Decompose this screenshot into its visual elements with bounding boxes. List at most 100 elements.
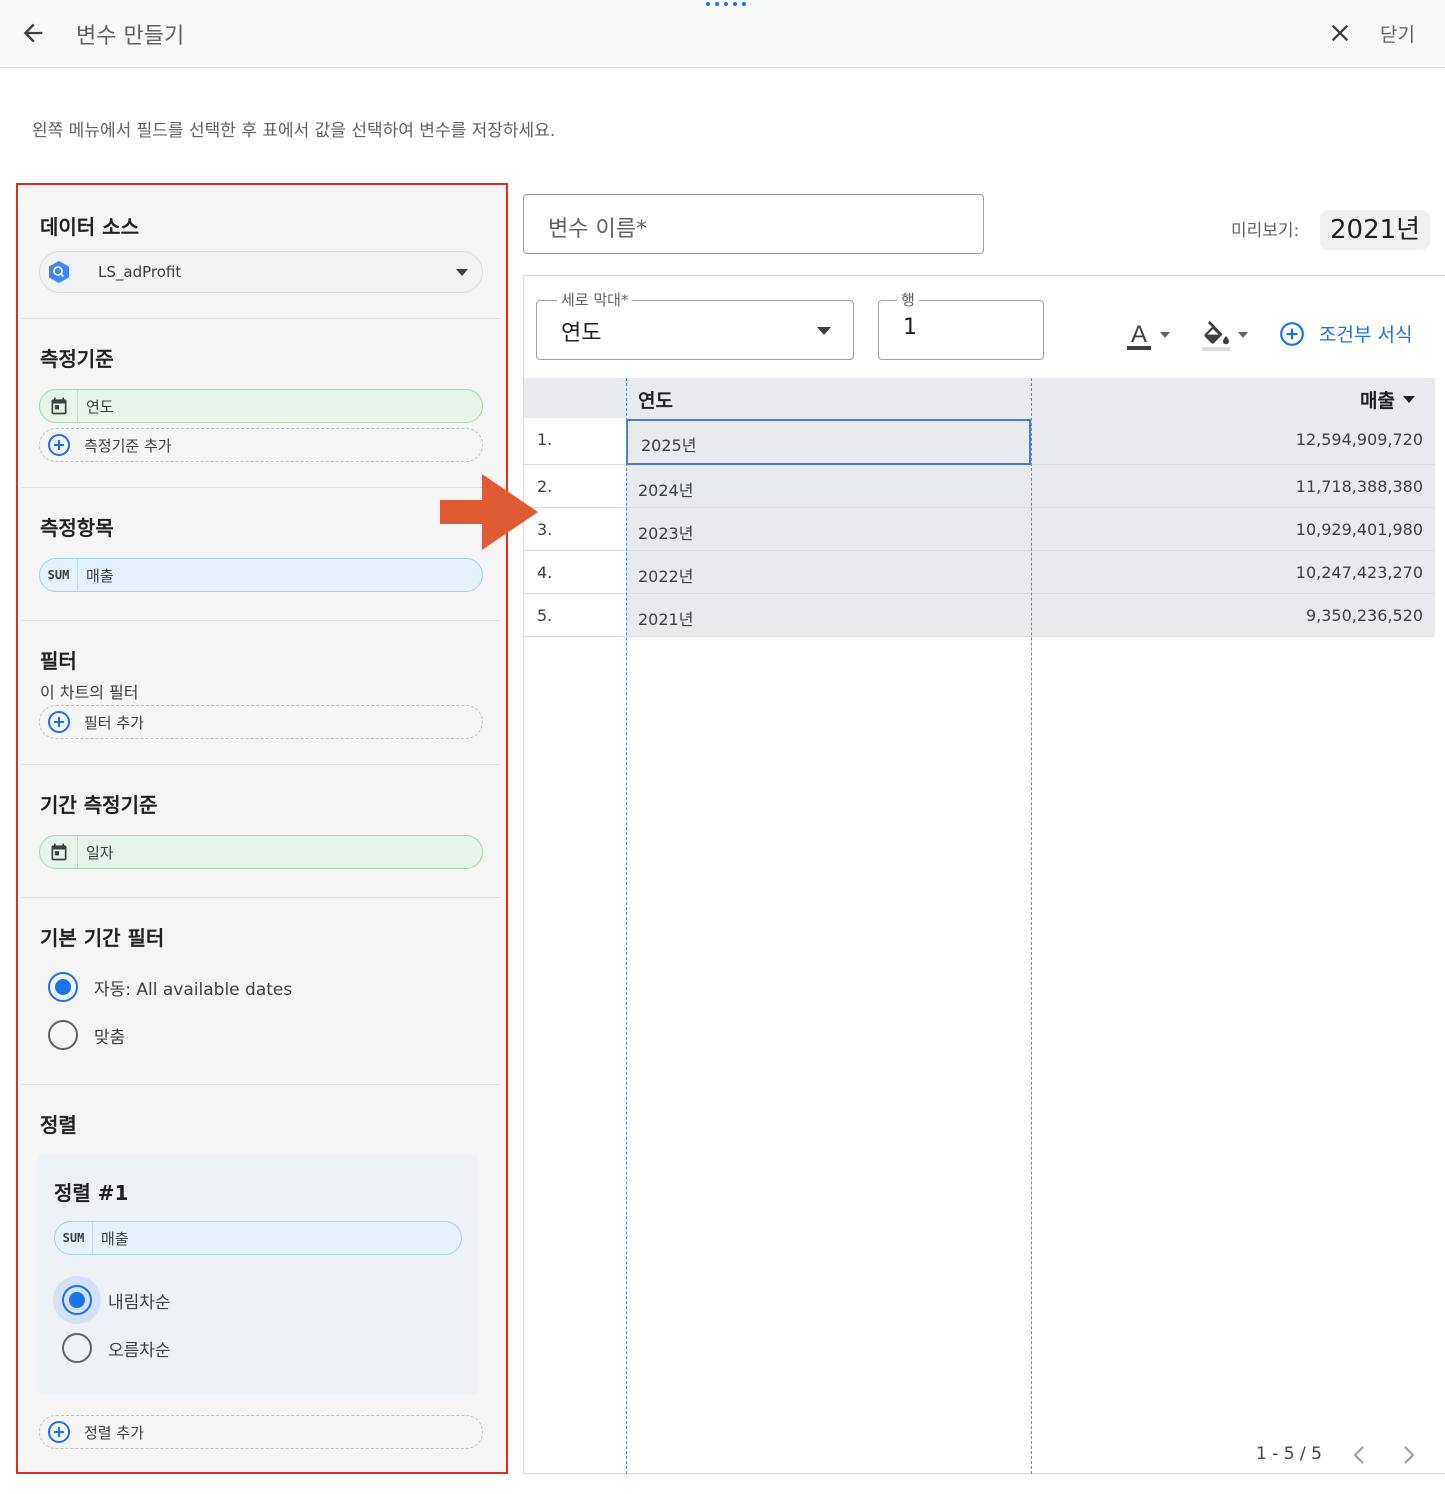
sales-cell: 12,594,909,720 (1295, 430, 1423, 449)
add-circle-icon (40, 429, 78, 461)
preview-label: 미리보기: (1231, 221, 1300, 241)
calendar-icon (40, 836, 78, 868)
metric-chip-label: 매출 (86, 566, 114, 585)
sort-metric-chip[interactable]: SUM 매출 (54, 1221, 462, 1255)
filter-title: 필터 (40, 649, 77, 673)
page-title: 변수 만들기 (76, 24, 185, 49)
fill-color-button[interactable] (1200, 318, 1248, 352)
top-bar: 변수 만들기 닫기 (0, 0, 1445, 68)
row-field-value: 1 (903, 315, 917, 340)
year-cell[interactable]: 2024년 (638, 477, 693, 501)
add-sort-label: 정렬 추가 (84, 1423, 144, 1442)
back-button[interactable] (16, 16, 50, 50)
radio-unchecked-icon (62, 1333, 92, 1363)
column-divider (626, 378, 627, 1474)
annotation-arrow-icon (440, 474, 538, 550)
sum-aggregation-tag: SUM (40, 559, 78, 591)
filter-subtitle: 이 차트의 필터 (40, 683, 139, 702)
svg-text:A: A (1131, 321, 1147, 348)
default-date-title: 기본 기간 필터 (40, 926, 165, 950)
data-source-title: 데이터 소스 (40, 215, 139, 239)
variable-settings-panel: 데이터 소스 LS_adProfit 측정기준 연도 측정기준 추가 측정항목 … (16, 183, 508, 1474)
text-color-button[interactable]: A (1124, 318, 1170, 352)
text-color-icon: A (1127, 321, 1151, 350)
sort-metric-label: 매출 (101, 1229, 129, 1248)
arrow-back-icon (23, 23, 43, 43)
radio-auto-label: 자동: All available dates (94, 979, 293, 1000)
row-number: 4. (537, 563, 553, 582)
metric-section: 측정항목 SUM 매출 (22, 488, 500, 621)
table-row[interactable]: 2. 2024년 11,718,388,380 (524, 465, 1435, 508)
column-field-value: 연도 (561, 321, 602, 346)
sales-cell: 10,247,423,270 (1295, 563, 1423, 582)
dropdown-caret-icon (456, 269, 468, 276)
instruction-text: 왼쪽 메뉴에서 필드를 선택한 후 표에서 값을 선택하여 변수를 저장하세요. (32, 121, 556, 141)
sort-1-box: 정렬 #1 SUM 매출 내림차순 오름차순 (38, 1155, 478, 1395)
dropdown-caret-icon (817, 327, 831, 335)
metric-chip[interactable]: SUM 매출 (39, 558, 483, 592)
close-label-button[interactable]: 닫기 (1380, 20, 1415, 47)
add-filter-button[interactable]: 필터 추가 (39, 705, 483, 739)
metric-title: 측정항목 (40, 516, 114, 540)
column-header-sales-label: 매출 (1360, 390, 1395, 412)
selected-cell-outline (626, 419, 1031, 465)
sum-aggregation-tag: SUM (55, 1222, 93, 1254)
sort-1-title: 정렬 #1 (54, 1181, 129, 1205)
table-row[interactable]: 1. 2025년 12,594,909,720 (524, 418, 1435, 465)
prev-page-button[interactable] (1350, 1444, 1368, 1470)
drag-handle[interactable] (706, 2, 746, 6)
conditional-format-button[interactable]: 조건부 서식 (1279, 320, 1412, 347)
table-row[interactable]: 4. 2022년 10,247,423,270 (524, 551, 1435, 594)
date-dimension-chip[interactable]: 일자 (39, 835, 483, 869)
variable-name-input[interactable]: 변수 이름* (523, 194, 984, 254)
close-button[interactable] (1323, 16, 1357, 50)
chevron-left-icon (1353, 1446, 1364, 1464)
year-cell[interactable]: 2022년 (638, 563, 693, 587)
default-date-section: 기본 기간 필터 자동: All available dates 맞춤 (22, 898, 500, 1085)
fill-color-icon (1202, 321, 1230, 351)
add-filter-label: 필터 추가 (84, 713, 144, 732)
dimension-chip[interactable]: 연도 (39, 389, 483, 423)
close-icon (1331, 24, 1349, 42)
row-number: 1. (537, 430, 553, 449)
radio-auto-dates[interactable]: 자동: All available dates (48, 972, 292, 1002)
row-field-input[interactable]: 행 1 (878, 289, 1044, 360)
data-source-section: 데이터 소스 LS_adProfit (22, 185, 500, 319)
sort-desc-caret-icon (1403, 396, 1415, 403)
add-circle-icon (40, 706, 78, 738)
next-page-button[interactable] (1400, 1444, 1418, 1470)
dropdown-caret-icon (1160, 332, 1170, 338)
column-field-select[interactable]: 세로 막대* 연도 (536, 289, 854, 360)
row-field-label: 행 (897, 289, 919, 310)
add-dimension-button[interactable]: 측정기준 추가 (39, 428, 483, 462)
sales-cell: 10,929,401,980 (1295, 520, 1423, 539)
data-source-select[interactable]: LS_adProfit (39, 251, 483, 293)
radio-custom-dates[interactable]: 맞춤 (48, 1020, 125, 1050)
date-dimension-section: 기간 측정기준 일자 (22, 765, 500, 898)
radio-ascending-label: 오름차순 (108, 1340, 171, 1361)
add-dimension-label: 측정기준 추가 (84, 436, 172, 455)
filter-section: 필터 이 차트의 필터 필터 추가 (22, 621, 500, 765)
column-header-sales[interactable]: 매출 (1360, 386, 1415, 413)
chevron-right-icon (1404, 1446, 1415, 1464)
add-circle-icon (40, 1416, 78, 1448)
dimension-chip-label: 연도 (86, 397, 114, 416)
table-row[interactable]: 3. 2023년 10,929,401,980 (524, 508, 1435, 551)
dropdown-caret-icon (1238, 332, 1248, 338)
add-circle-icon (1280, 321, 1304, 346)
data-source-value: LS_adProfit (98, 263, 182, 281)
radio-descending[interactable]: 내림차순 (53, 1276, 171, 1324)
add-sort-button[interactable]: 정렬 추가 (39, 1415, 483, 1449)
year-cell[interactable]: 2021년 (638, 606, 693, 630)
table-row[interactable]: 5. 2021년 9,350,236,520 (524, 594, 1435, 637)
radio-custom-label: 맞춤 (94, 1027, 126, 1048)
calendar-icon (40, 390, 78, 422)
column-divider (1031, 378, 1032, 1474)
radio-unchecked-icon (48, 1020, 78, 1050)
radio-ascending[interactable]: 오름차순 (62, 1333, 171, 1363)
dimension-title: 측정기준 (40, 347, 114, 371)
table-header: 연도 매출 (524, 378, 1435, 418)
sales-cell: 9,350,236,520 (1305, 606, 1423, 625)
year-cell[interactable]: 2023년 (638, 520, 693, 544)
column-header-year[interactable]: 연도 (638, 386, 673, 413)
